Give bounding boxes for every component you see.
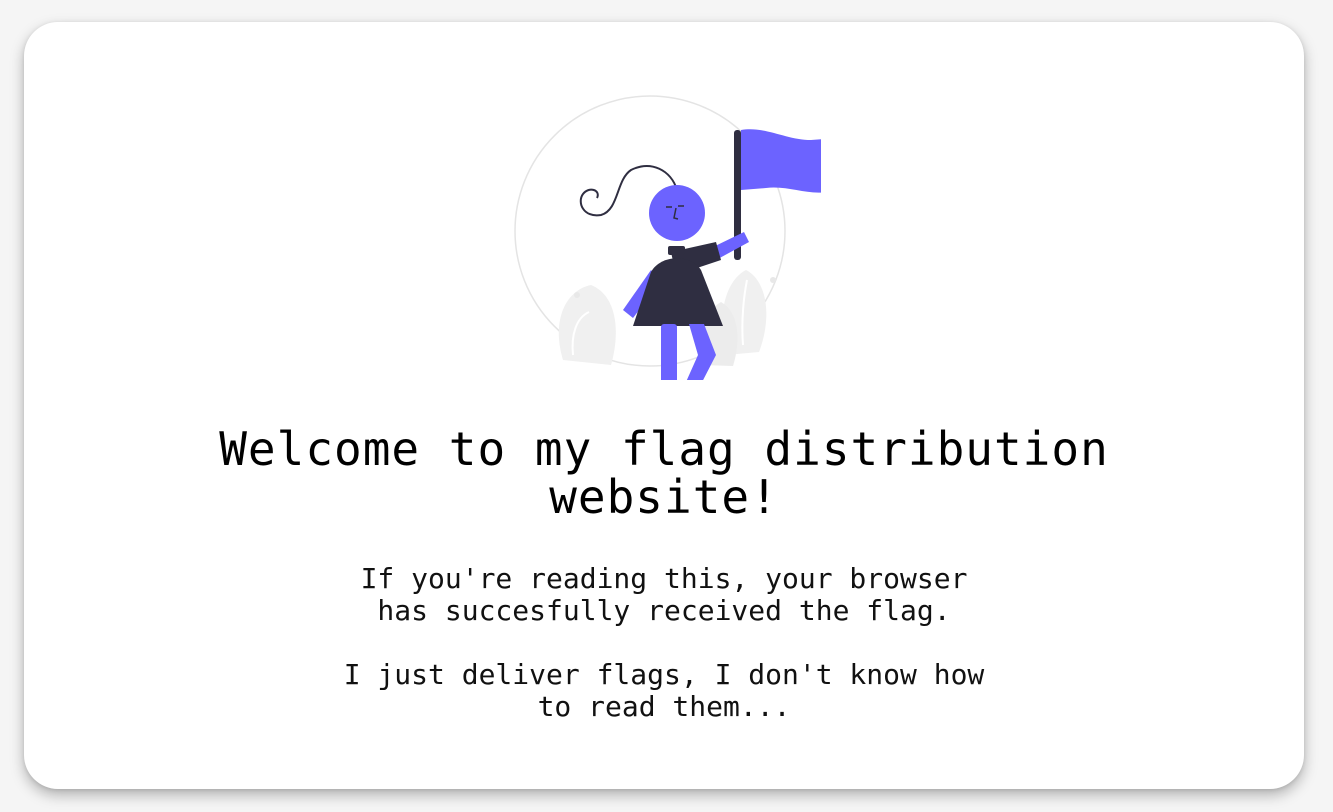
page-title-line-2: website! xyxy=(549,470,779,524)
content-card: Welcome to my flag distribution website!… xyxy=(24,22,1304,789)
deliver-flags-message: I just deliver flags, I don't know how t… xyxy=(24,659,1304,723)
received-flag-message-line-2: has succesfully received the flag. xyxy=(377,594,951,627)
page-title-line-1: Welcome to my flag distribution xyxy=(219,422,1109,476)
deliver-flags-message-line-1: I just deliver flags, I don't know how xyxy=(343,658,985,691)
deliver-flags-message-line-2: to read them... xyxy=(537,690,791,723)
flag-illustration xyxy=(511,90,838,388)
received-flag-message: If you're reading this, your browser has… xyxy=(24,563,1304,627)
received-flag-message-line-1: If you're reading this, your browser xyxy=(360,562,968,595)
woman-holding-flag-icon xyxy=(514,95,838,388)
page-title: Welcome to my flag distribution website! xyxy=(24,425,1304,521)
